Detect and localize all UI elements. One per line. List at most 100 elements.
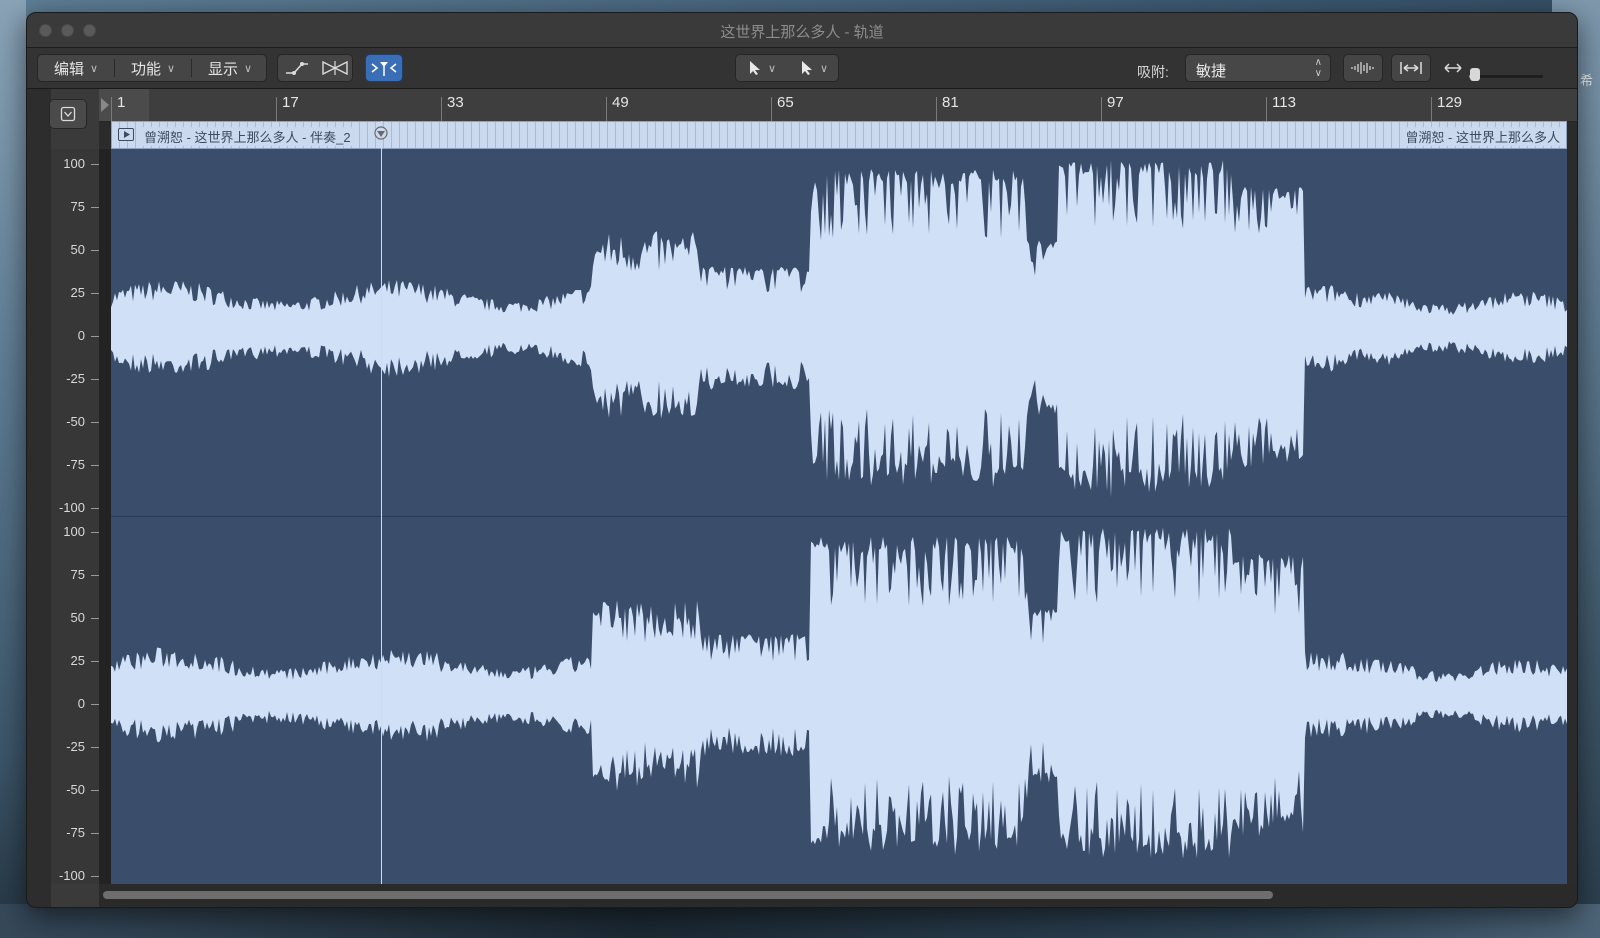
- amplitude-label: -25: [66, 738, 85, 754]
- amplitude-label: -100: [58, 867, 85, 883]
- snap-select[interactable]: 敏捷 ∧ ∨: [1185, 54, 1331, 82]
- flex-button[interactable]: [316, 55, 354, 81]
- playhead-start-marker-icon: [101, 98, 109, 112]
- horizontal-scrollbar[interactable]: [99, 884, 1577, 907]
- view-menu-button[interactable]: 显示 ∨: [192, 55, 268, 81]
- zoom-slider-knob[interactable]: [1470, 68, 1480, 81]
- amplitude-tick: [91, 703, 99, 705]
- chevron-down-icon: ∨: [767, 62, 777, 75]
- horizontal-zoom-icon: [1444, 63, 1462, 73]
- pointer-tool-menu[interactable]: ∨: [736, 55, 788, 81]
- desktop-icon-label: 希: [1580, 73, 1594, 88]
- amplitude-label: 25: [70, 652, 85, 668]
- catch-playhead-icon: [371, 62, 397, 76]
- desktop-bottom-edge: [0, 904, 1600, 938]
- amplitude-label: -100: [58, 500, 85, 515]
- amplitude-tick: [91, 336, 99, 337]
- function-menu-label: 功能: [130, 60, 161, 78]
- region-play-icon[interactable]: [118, 128, 134, 141]
- collapse-button[interactable]: [49, 99, 87, 129]
- amplitude-label: -50: [66, 414, 85, 429]
- edit-menu-button[interactable]: 编辑 ∨: [38, 55, 114, 81]
- catch-content-button[interactable]: [365, 54, 403, 82]
- amplitude-label: -50: [66, 781, 85, 797]
- ruler-tick: [1431, 97, 1432, 121]
- mode-group: [277, 54, 353, 82]
- amplitude-tick: [91, 379, 99, 380]
- amplitude-label: -75: [66, 824, 85, 840]
- amplitude-tick: [91, 789, 99, 791]
- alt-tool-menu[interactable]: ∨: [788, 55, 840, 81]
- ruler-bar-number: 1: [117, 94, 126, 111]
- waveform-display[interactable]: [111, 149, 1567, 884]
- waveform-channel: [111, 527, 1567, 859]
- pointer-tool-icon: [749, 61, 760, 75]
- fit-to-window-button[interactable]: [1391, 54, 1431, 82]
- ruler-bar-number: 81: [942, 94, 959, 111]
- amplitude-label: 50: [70, 242, 85, 257]
- toolbar: 编辑 ∨ 功能 ∨ 显示 ∨ ∨ ∨ 吸附: 敏捷 ∧ ∨: [27, 48, 1577, 89]
- ruler-tick: [111, 97, 112, 121]
- amplitude-tick: [91, 422, 99, 423]
- ruler-bar-number: 65: [777, 94, 794, 111]
- amplitude-label: -25: [66, 371, 85, 386]
- audio-region-header[interactable]: 曾溯恕 - 这世界上那么多人 - 伴奏_2 曾溯恕 - 这世界上那么多人: [111, 121, 1567, 149]
- playhead-handle-icon[interactable]: [372, 125, 390, 141]
- ruler-bar-number: 49: [612, 94, 629, 111]
- ruler-bar-number: 113: [1272, 94, 1296, 111]
- waveform-channel: [111, 159, 1567, 498]
- amplitude-tick: [91, 164, 99, 165]
- amplitude-label: 100: [63, 523, 85, 539]
- waveform-zoom-button[interactable]: [1343, 54, 1383, 82]
- desktop-left-edge: [0, 0, 26, 938]
- chevron-down-icon: ∨: [89, 62, 99, 75]
- amplitude-label: 50: [70, 609, 85, 625]
- stereo-waveform: [111, 159, 1567, 859]
- bar-ruler[interactable]: 1 17 33 49 65 81 97 113 129: [99, 89, 1577, 122]
- ruler-tick: [771, 97, 772, 121]
- amplitude-tick: [91, 250, 99, 251]
- amplitude-label: 25: [70, 285, 85, 300]
- window-title: 这世界上那么多人 - 轨道: [720, 24, 884, 41]
- ruler-tick: [1266, 97, 1267, 121]
- amplitude-tick: [91, 465, 99, 466]
- chevron-down-icon: ∨: [819, 62, 829, 75]
- updown-chevron-icon: ∧ ∨: [1314, 57, 1322, 79]
- ruler-tick: [606, 97, 607, 121]
- region-name-right: 曾溯恕 - 这世界上那么多人: [1401, 127, 1564, 146]
- chevron-down-icon: ∨: [243, 62, 253, 75]
- waveform-zoom-icon: [1351, 62, 1374, 74]
- amplitude-tick: [91, 660, 99, 662]
- amplitude-tick: [91, 293, 99, 294]
- collapse-down-icon: [60, 106, 76, 122]
- horizontal-zoom-slider[interactable]: [1469, 68, 1543, 81]
- amplitude-scale: 100 75 50 25 0 -25 -50 -75 -100 100 75 50 25 0 -25 -50…: [51, 149, 99, 884]
- fit-to-window-icon: [1400, 62, 1422, 74]
- edit-menu-label: 编辑: [53, 60, 84, 78]
- ruler-bar-number: 17: [282, 94, 299, 111]
- amplitude-tick: [91, 875, 99, 877]
- amplitude-tick: [91, 617, 99, 619]
- amplitude-tick: [91, 207, 99, 208]
- playhead[interactable]: [374, 121, 388, 884]
- pointer-alt-tool-icon: [801, 61, 812, 75]
- amplitude-tick: [91, 574, 99, 576]
- ruler-bar-number: 97: [1107, 94, 1124, 111]
- flex-mode-icon: [322, 60, 348, 76]
- amplitude-label: 100: [63, 156, 85, 171]
- function-menu-button[interactable]: 功能 ∨: [115, 55, 191, 81]
- amplitude-label: 0: [77, 328, 85, 343]
- amplitude-label: 0: [77, 695, 85, 711]
- ruler-tick: [936, 97, 937, 121]
- scale-divider: [99, 149, 111, 884]
- snap-value: 敏捷: [1196, 63, 1227, 80]
- title-bar[interactable]: 这世界上那么多人 - 轨道: [27, 13, 1577, 48]
- chevron-down-icon: ∨: [166, 62, 176, 75]
- automation-button[interactable]: [278, 55, 316, 81]
- region-name: 曾溯恕 - 这世界上那么多人 - 伴奏_2: [140, 127, 355, 146]
- ruler-bar-number: 33: [447, 94, 464, 111]
- ruler-tick: [276, 97, 277, 121]
- view-menu-label: 显示: [207, 60, 238, 78]
- scrollbar-thumb[interactable]: [103, 891, 1273, 899]
- tool-group: ∨ ∨: [735, 54, 839, 82]
